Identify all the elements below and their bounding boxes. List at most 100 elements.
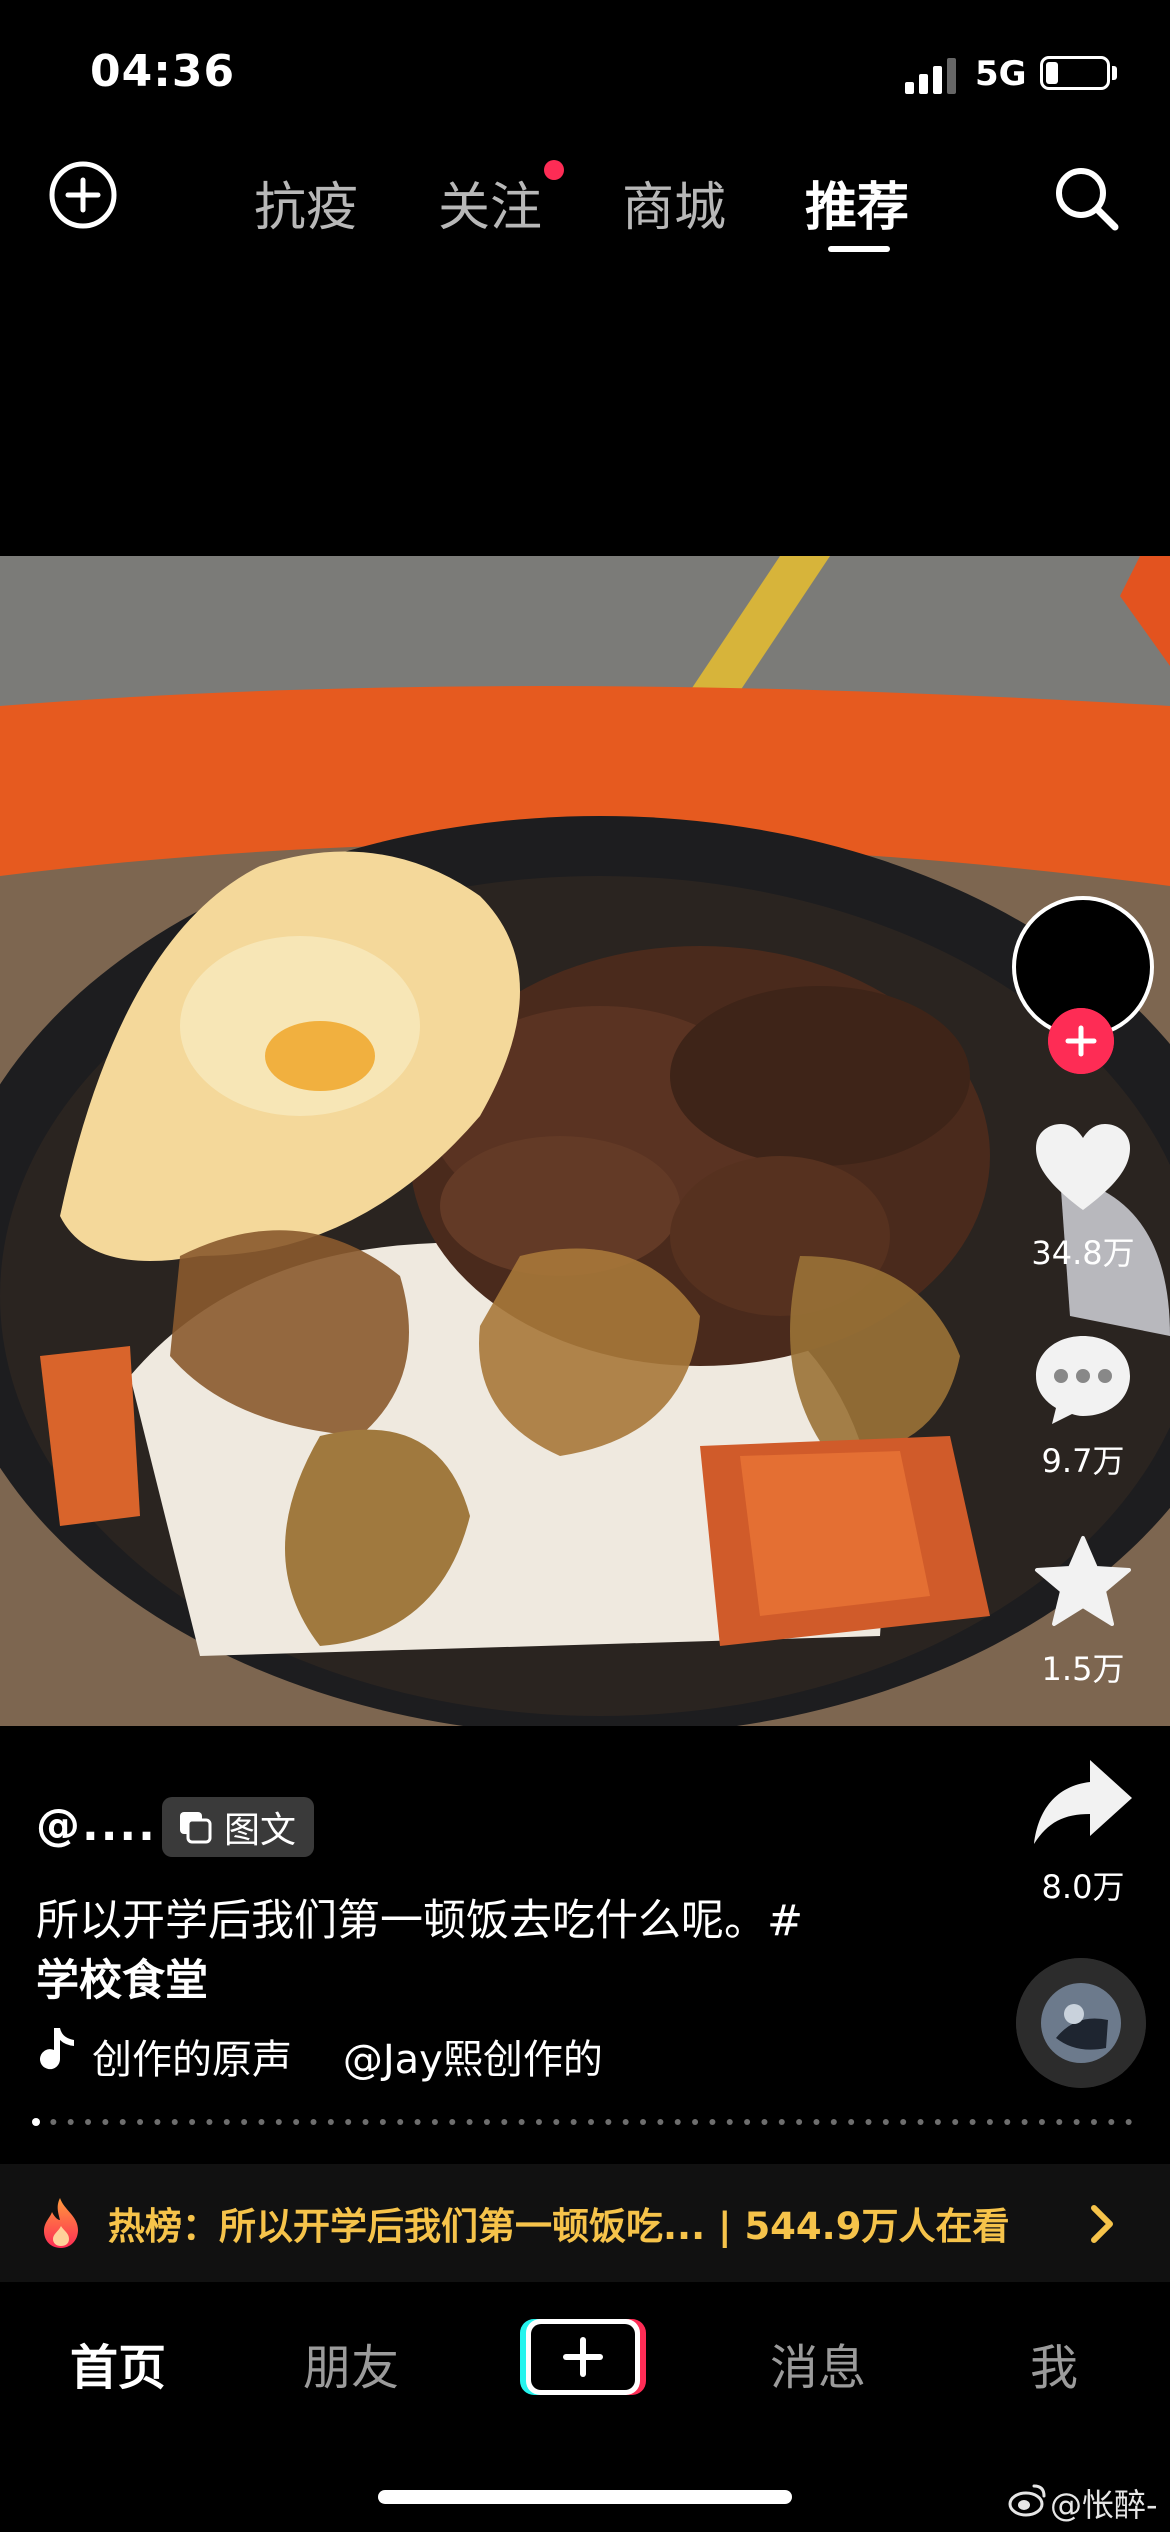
pager-dot bbox=[345, 2119, 352, 2125]
pager-dot bbox=[900, 2119, 907, 2125]
pager-dot bbox=[796, 2119, 803, 2125]
pager-dot bbox=[986, 2119, 993, 2125]
pager-dot bbox=[32, 2118, 40, 2126]
music-note-icon bbox=[40, 2028, 74, 2070]
pager-dot bbox=[674, 2119, 681, 2125]
tab-home[interactable]: 首页 bbox=[70, 2328, 166, 2398]
like-count: 34.8万 bbox=[1031, 1234, 1135, 1272]
pager-dot bbox=[449, 2119, 456, 2125]
post-caption: 所以开学后我们第一顿饭去吃什么呢。# bbox=[36, 1896, 804, 1946]
pager-dot bbox=[709, 2119, 716, 2125]
pager-dot bbox=[605, 2119, 612, 2125]
tab-recommended[interactable]: 推荐 bbox=[805, 165, 909, 240]
pager-dot bbox=[102, 2119, 109, 2125]
cellular-signal-icon bbox=[905, 58, 956, 94]
pager-dot bbox=[501, 2119, 508, 2125]
pager-dot bbox=[726, 2119, 733, 2125]
music-disc-icon[interactable] bbox=[1016, 1958, 1146, 2088]
watermark: @怅醉- bbox=[1050, 2486, 1158, 2524]
pager-dot bbox=[744, 2119, 751, 2125]
pager-dot bbox=[50, 2119, 57, 2125]
pager-dot bbox=[362, 2119, 369, 2125]
pager-dot bbox=[657, 2119, 664, 2125]
pager-dot bbox=[882, 2119, 889, 2125]
pager-dot bbox=[917, 2119, 924, 2125]
tab-mall[interactable]: 商城 bbox=[622, 165, 726, 240]
pager-dot bbox=[310, 2119, 317, 2125]
share-icon[interactable] bbox=[1028, 1752, 1138, 1852]
pager-dot bbox=[119, 2119, 126, 2125]
pager-dot bbox=[275, 2119, 282, 2125]
pager-dot bbox=[778, 2119, 785, 2125]
search-icon[interactable] bbox=[1050, 162, 1122, 234]
tab-friends[interactable]: 朋友 bbox=[303, 2328, 399, 2398]
hashtag-link[interactable]: 学校食堂 bbox=[36, 1946, 208, 2008]
comment-count: 9.7万 bbox=[1041, 1442, 1125, 1480]
pager-dot bbox=[934, 2119, 941, 2125]
active-tab-indicator bbox=[828, 246, 890, 252]
status-time: 04:36 bbox=[90, 46, 236, 97]
pager-dot bbox=[692, 2119, 699, 2125]
pager-dot bbox=[865, 2119, 872, 2125]
pager-dot bbox=[206, 2119, 213, 2125]
battery-tip bbox=[1112, 66, 1117, 80]
pager-dot bbox=[570, 2119, 577, 2125]
pager-dot bbox=[171, 2119, 178, 2125]
pager-dot bbox=[223, 2119, 230, 2125]
battery-icon bbox=[1040, 56, 1110, 90]
music-title[interactable]: 创作的原声 @Jay熙创作的 bbox=[92, 2027, 632, 2085]
pager-dot bbox=[67, 2119, 74, 2125]
pager-dot bbox=[518, 2119, 525, 2125]
pager-dot bbox=[1056, 2119, 1063, 2125]
pager-dot bbox=[1090, 2119, 1097, 2125]
pager-dot bbox=[1004, 2119, 1011, 2125]
pager-dot bbox=[535, 2119, 542, 2125]
pager-dot bbox=[622, 2119, 629, 2125]
pager-dot bbox=[189, 2119, 196, 2125]
chevron-right-icon[interactable] bbox=[1084, 2204, 1120, 2244]
pager-dot bbox=[969, 2119, 976, 2125]
pager-dot bbox=[466, 2119, 473, 2125]
image-text-badge: 图文 bbox=[162, 1797, 315, 1857]
home-indicator[interactable] bbox=[378, 2490, 792, 2504]
pager-dot bbox=[241, 2119, 248, 2125]
weibo-logo-icon bbox=[1008, 2484, 1046, 2517]
network-type: 5G bbox=[975, 54, 1027, 94]
flame-icon bbox=[44, 2198, 78, 2248]
tab-anti-epidemic[interactable]: 抗疫 bbox=[254, 165, 358, 240]
pager-dot bbox=[1073, 2119, 1080, 2125]
pager-dot bbox=[640, 2119, 647, 2125]
add-circle-icon[interactable] bbox=[48, 160, 118, 230]
author-handle[interactable]: @.... bbox=[36, 1800, 157, 1851]
photo-stack-icon bbox=[180, 1812, 212, 1844]
image-pager-dots bbox=[32, 2118, 1132, 2126]
pager-dot bbox=[830, 2119, 837, 2125]
star-icon[interactable] bbox=[1028, 1532, 1138, 1632]
pager-dot bbox=[154, 2119, 161, 2125]
follow-plus-icon[interactable] bbox=[1048, 1008, 1114, 1074]
favorite-count: 1.5万 bbox=[1041, 1650, 1125, 1688]
post-photo-food[interactable] bbox=[0, 556, 1170, 1726]
pager-dot bbox=[293, 2119, 300, 2125]
pager-dot bbox=[137, 2119, 144, 2125]
pager-dot bbox=[85, 2119, 92, 2125]
pager-dot bbox=[397, 2119, 404, 2125]
pager-dot bbox=[553, 2119, 560, 2125]
tab-me[interactable]: 我 bbox=[1030, 2328, 1078, 2398]
pager-dot bbox=[588, 2119, 594, 2125]
pager-dot bbox=[1021, 2119, 1028, 2125]
comment-icon[interactable] bbox=[1028, 1328, 1138, 1428]
tab-following[interactable]: 关注 bbox=[438, 165, 542, 240]
create-post-button[interactable] bbox=[520, 2316, 646, 2398]
pager-dot bbox=[1125, 2119, 1132, 2125]
tab-messages[interactable]: 消息 bbox=[770, 2328, 866, 2398]
heart-icon[interactable] bbox=[1028, 1118, 1138, 1218]
pager-dot bbox=[952, 2119, 959, 2125]
pager-dot bbox=[379, 2119, 386, 2125]
badge-label: 图文 bbox=[224, 1810, 297, 1851]
pager-dot bbox=[327, 2119, 334, 2125]
notification-dot bbox=[544, 160, 564, 180]
hot-list-text[interactable]: 热榜：所以开学后我们第一顿饭吃... | 544.9万人在看 bbox=[108, 2196, 1009, 2250]
pager-dot bbox=[483, 2119, 490, 2125]
pager-dot bbox=[813, 2119, 820, 2125]
